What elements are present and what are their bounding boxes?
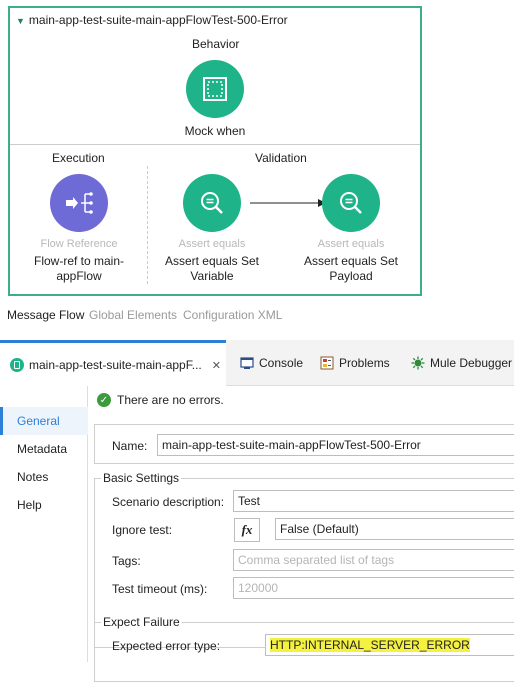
tab-mule-debugger[interactable]: Mule Debugger (411, 340, 512, 386)
tab-problems[interactable]: Problems (320, 340, 390, 386)
flow-reference-icon (66, 192, 93, 214)
assert-equals-variable-component[interactable] (183, 174, 241, 232)
scenario-description-field[interactable]: Test (233, 490, 514, 512)
assert-variable-type: Assert equals (178, 238, 246, 250)
execution-divider (147, 166, 148, 284)
sidebar-item-help[interactable]: Help (0, 491, 88, 519)
assert-equals-payload-component[interactable] (322, 174, 380, 232)
flow-arrow (250, 199, 326, 207)
close-icon[interactable]: ✕ (212, 359, 221, 372)
flow-reference-name: Flow-ref to main- appFlow (33, 254, 125, 283)
tab-console[interactable]: Console (240, 340, 303, 386)
ignore-test-field[interactable]: False (Default) (275, 518, 514, 540)
execution-label: Execution (52, 151, 105, 165)
name-field[interactable]: main-app-test-suite-main-appFlowTest-500… (157, 434, 514, 456)
section-divider (10, 144, 420, 145)
assert-payload-type: Assert equals (317, 238, 385, 250)
suite-title[interactable]: ▼ main-app-test-suite-main-appFlowTest-50… (16, 13, 288, 27)
behavior-label: Behavior (192, 37, 240, 51)
tags-label: Tags: (112, 554, 141, 568)
tags-field[interactable]: Comma separated list of tags (233, 549, 514, 571)
tab-configuration-xml[interactable]: Configuration XML (183, 308, 282, 322)
tab-message-flow[interactable]: Message Flow (7, 308, 84, 322)
flow-reference-component[interactable] (50, 174, 108, 232)
munit-test-icon (10, 358, 24, 372)
assert-icon (340, 192, 362, 214)
expected-error-type-field[interactable]: HTTP:INTERNAL_SERVER_ERROR (265, 634, 514, 656)
status-message: ✓ There are no errors. (97, 393, 224, 407)
sidebar-item-notes[interactable]: Notes (0, 463, 88, 491)
properties-panel: main-app-test-suite-main-appF... ✕ Conso… (0, 340, 514, 682)
console-icon (240, 356, 254, 370)
sidebar-item-metadata[interactable]: Metadata (0, 435, 88, 463)
problems-icon (320, 356, 334, 370)
basic-settings-heading: Basic Settings (101, 471, 182, 485)
check-icon: ✓ (97, 393, 111, 407)
expected-error-type-label: Expected error type: (112, 639, 221, 653)
properties-sidebar: General Metadata Notes Help (0, 386, 88, 662)
sidebar-item-general[interactable]: General (0, 407, 88, 435)
scenario-label: Scenario description: (112, 495, 225, 509)
collapse-triangle-icon[interactable]: ▼ (16, 16, 25, 26)
timeout-label: Test timeout (ms): (112, 582, 208, 596)
name-label: Name: (112, 439, 148, 453)
expression-toggle-button[interactable]: fx (234, 518, 260, 542)
tab-editor-properties[interactable]: main-app-test-suite-main-appF... ✕ (0, 340, 226, 387)
properties-content: ✓ There are no errors. Name: main-app-tes… (89, 386, 514, 682)
tab-global-elements[interactable]: Global Elements (89, 308, 177, 322)
validation-label: Validation (255, 151, 307, 165)
munit-canvas: ▼ main-app-test-suite-main-appFlowTest-50… (0, 0, 514, 300)
assert-variable-name: Assert equals Set Variable (164, 254, 260, 283)
debugger-icon (411, 356, 425, 370)
expect-failure-heading: Expect Failure (101, 615, 182, 629)
ignore-test-label: Ignore test: (112, 523, 173, 537)
flow-reference-type: Flow Reference (40, 238, 118, 250)
mock-when-name: Mock when (184, 124, 246, 138)
editor-view-tabs: Message Flow Global Elements Configurati… (0, 302, 514, 330)
assert-icon (201, 192, 223, 214)
assert-payload-name: Assert equals Set Payload (303, 254, 399, 283)
mock-when-component[interactable] (186, 60, 244, 118)
test-suite-container[interactable]: ▼ main-app-test-suite-main-appFlowTest-50… (8, 6, 422, 296)
test-timeout-field[interactable]: 120000 (233, 577, 514, 599)
mock-when-icon (203, 77, 227, 101)
panel-tabs: main-app-test-suite-main-appF... ✕ Conso… (0, 340, 514, 387)
